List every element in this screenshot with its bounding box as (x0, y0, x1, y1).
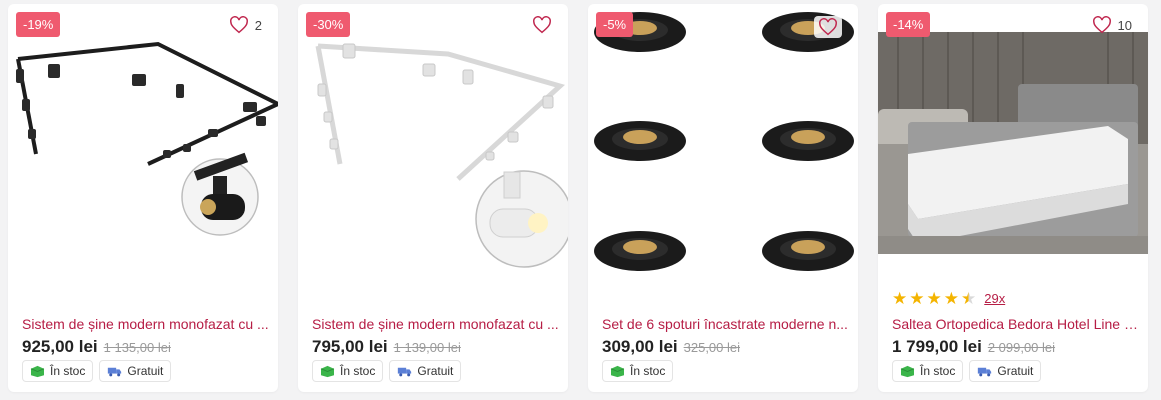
current-price: 309,00 lei (602, 337, 678, 356)
delivery-label: Gratuit (417, 364, 454, 378)
heart-outline-icon (229, 16, 248, 34)
recessed-spotlights-image (594, 12, 854, 271)
current-price: 1 799,00 lei (892, 337, 982, 356)
favorite-button[interactable] (532, 16, 552, 34)
chips: În stoc Gratuit (312, 360, 462, 382)
product-title[interactable]: Sistem de șine modern monofazat cu ... (22, 316, 270, 332)
favorite-count: 2 (254, 17, 262, 33)
delivery-chip: Gratuit (389, 360, 462, 382)
delivery-chip: Gratuit (99, 360, 172, 382)
green-box-icon (610, 365, 625, 377)
delivery-label: Gratuit (127, 364, 164, 378)
delivery-chip: Gratuit (969, 360, 1042, 382)
old-price: 1 139,00 lei (393, 340, 461, 355)
current-price: 925,00 lei (22, 337, 98, 356)
review-count[interactable]: 29x (984, 291, 1005, 306)
green-box-icon (30, 365, 45, 377)
discount-badge: -14% (886, 12, 931, 37)
discount-badge: -5% (596, 12, 634, 37)
heart-outline-icon (1092, 16, 1111, 34)
product-card[interactable]: -30% Sistem de șine modern monofazat cu … (298, 4, 568, 392)
price-row: 309,00 lei 325,00 lei (602, 337, 740, 357)
discount-badge: -30% (306, 12, 351, 37)
mattress-bedroom-image (878, 32, 1148, 254)
stock-chip: În stoc (892, 360, 964, 382)
price-row: 925,00 lei 1 135,00 lei (22, 337, 171, 357)
heart-outline-icon (819, 18, 837, 36)
favorite-button[interactable]: 2 (229, 16, 262, 34)
favorite-button[interactable]: 10 (1092, 16, 1132, 34)
price-row: 795,00 lei 1 139,00 lei (312, 337, 461, 357)
favorite-count: 10 (1117, 17, 1132, 33)
star-icon: ★ (909, 289, 925, 308)
truck-icon (398, 367, 412, 376)
product-card[interactable]: -14% 10 ★ ★ ★ ★ ★ 29x Saltea Ortopedica … (878, 4, 1148, 392)
discount-badge: -19% (16, 12, 61, 37)
truck-icon (978, 367, 992, 376)
product-title[interactable]: Set de 6 spoturi încastrate moderne n... (602, 316, 850, 332)
product-image[interactable] (8, 4, 278, 284)
track-light-white-image (315, 43, 568, 268)
stock-label: În stoc (50, 364, 86, 378)
product-title[interactable]: Sistem de șine modern monofazat cu ... (312, 316, 560, 332)
star-icon: ★ (892, 289, 908, 308)
stock-label: În stoc (920, 364, 956, 378)
stock-chip: În stoc (22, 360, 94, 382)
old-price: 2 099,00 lei (987, 340, 1056, 355)
product-title[interactable]: Saltea Ortopedica Bedora Hotel Line E... (892, 316, 1140, 332)
product-card[interactable]: -5% Set de 6 spoturi încastrate moderne … (588, 4, 858, 392)
stock-label: În stoc (630, 364, 666, 378)
truck-icon (108, 367, 122, 376)
product-image[interactable] (298, 4, 568, 284)
delivery-label: Gratuit (997, 364, 1034, 378)
stock-chip: În stoc (312, 360, 384, 382)
star-icon: ★ (943, 289, 959, 308)
price-row: 1 799,00 lei 2 099,00 lei (892, 337, 1055, 357)
stock-label: În stoc (340, 364, 376, 378)
heart-outline-icon (533, 16, 551, 34)
chips: În stoc Gratuit (892, 360, 1042, 382)
stock-chip: În stoc (602, 360, 674, 382)
half-star-icon: ★ (961, 289, 977, 308)
favorite-button[interactable] (814, 16, 842, 38)
green-box-icon (900, 365, 915, 377)
product-image[interactable] (878, 4, 1148, 284)
product-card[interactable]: -19% 2 Sistem de șine modern monofazat c… (8, 4, 278, 392)
current-price: 795,00 lei (312, 337, 388, 356)
rating: ★ ★ ★ ★ ★ 29x (892, 290, 1005, 307)
old-price: 1 135,00 lei (103, 340, 171, 355)
track-light-black-image (16, 41, 278, 236)
old-price: 325,00 lei (683, 340, 741, 355)
chips: În stoc (602, 360, 674, 382)
chips: În stoc Gratuit (22, 360, 172, 382)
product-image[interactable] (588, 4, 858, 284)
star-icon: ★ (926, 289, 942, 308)
green-box-icon (320, 365, 335, 377)
